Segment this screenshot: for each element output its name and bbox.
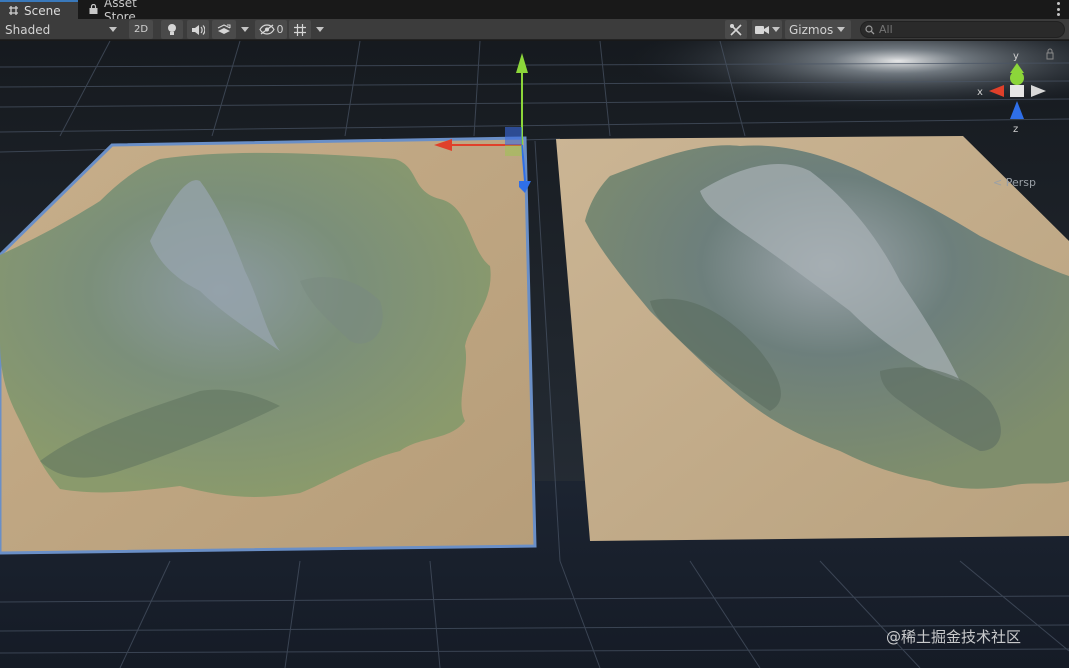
audio-toggle-button[interactable] [187, 20, 209, 39]
hidden-objects-button[interactable]: 0 [255, 20, 287, 39]
tools-icon [730, 23, 742, 36]
search-input[interactable] [879, 23, 1059, 36]
gizmo-x-label: x [977, 87, 983, 98]
tools-button[interactable] [725, 20, 747, 39]
tab-scene[interactable]: Scene [0, 0, 78, 19]
gizmos-label: Gizmos [789, 22, 834, 37]
gizmo-z-label: z [1013, 124, 1018, 135]
chevron-down-icon [109, 27, 117, 32]
scene-toolbar: Shaded 2D 0 Gizmos [0, 19, 1069, 40]
asset-store-icon [88, 3, 99, 15]
search-field[interactable] [860, 21, 1065, 38]
camera-settings-button[interactable] [752, 20, 782, 39]
gizmos-dropdown[interactable]: Gizmos [785, 20, 851, 39]
effects-icon [217, 23, 231, 34]
toggle-2d-label: 2D [133, 24, 149, 35]
camera-projection-label[interactable]: < Persp [993, 176, 1036, 189]
kebab-icon[interactable] [1055, 2, 1061, 16]
effects-dropdown-button[interactable] [237, 20, 253, 39]
chevron-down-icon [241, 27, 249, 32]
scene-viewport[interactable]: y x z < Persp @稀土掘金技术社区 [0, 41, 1069, 668]
window-tab-bar: Scene Asset Store [0, 0, 1069, 24]
scene-render: y x z [0, 41, 1069, 668]
effects-toggle-button[interactable] [212, 20, 236, 39]
lightbulb-icon [168, 24, 176, 35]
toggle-2d-button[interactable]: 2D [129, 20, 153, 39]
chevron-down-icon [837, 27, 845, 32]
camera-icon [754, 25, 769, 34]
audio-icon [192, 24, 205, 35]
watermark: @稀土掘金技术社区 [886, 628, 1022, 646]
tab-scene-label: Scene [24, 3, 61, 18]
grid-icon [294, 23, 306, 36]
grid-dropdown-button[interactable] [312, 20, 328, 39]
search-icon [865, 24, 875, 34]
shading-mode-dropdown[interactable]: Shaded [0, 20, 122, 39]
grid-toggle-button[interactable] [289, 20, 311, 39]
lighting-toggle-button[interactable] [161, 20, 183, 39]
hidden-eye-icon [258, 24, 275, 35]
chevron-down-icon [316, 27, 324, 32]
scene-icon [8, 5, 19, 16]
hidden-objects-count: 0 [276, 23, 284, 36]
shading-mode-label: Shaded [5, 22, 51, 37]
gizmo-y-label: y [1013, 51, 1019, 62]
chevron-down-icon [771, 27, 780, 32]
tab-asset-store[interactable]: Asset Store [80, 0, 176, 24]
